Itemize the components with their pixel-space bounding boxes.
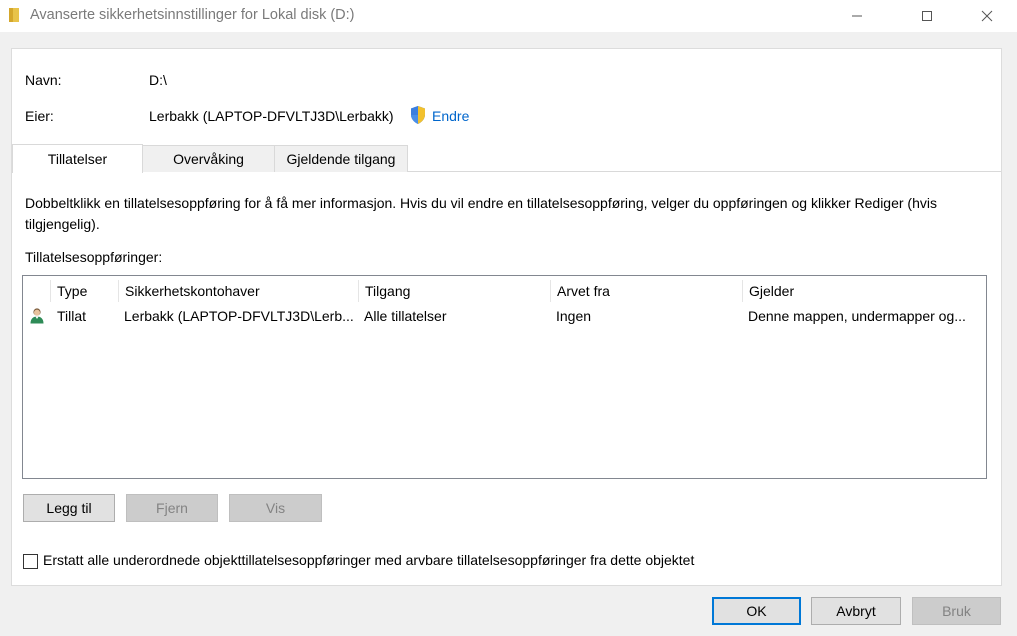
apply-button-label: Bruk [942, 603, 971, 619]
tab-effective-access[interactable]: Gjeldende tilgang [274, 145, 408, 172]
change-owner-link[interactable]: Endre [432, 108, 469, 124]
tab-label: Tillatelser [47, 151, 108, 167]
permission-entries-list[interactable]: Type Sikkerhetskontohaver Tilgang Arvet … [22, 275, 987, 479]
remove-button-label: Fjern [156, 500, 188, 516]
replace-permissions-label[interactable]: Erstatt alle underordnede objekttillatel… [43, 552, 694, 568]
tab-permissions[interactable]: Tillatelser [12, 144, 143, 173]
replace-permissions-checkbox[interactable] [23, 554, 38, 569]
apply-button[interactable]: Bruk [912, 597, 1001, 625]
folder-icon [9, 8, 19, 22]
tab-label: Gjeldende tilgang [286, 151, 396, 167]
close-button[interactable] [964, 0, 1010, 32]
view-button-label: Vis [265, 500, 286, 516]
minimize-icon [852, 15, 862, 17]
cell-access: Alle tillatelser [364, 308, 447, 324]
permissions-description: Dobbeltklikk en tillatelsesoppføring for… [25, 195, 937, 232]
column-header-applies-to[interactable]: Gjelder [742, 280, 986, 302]
add-button-label: Legg til [46, 500, 92, 516]
remove-button[interactable]: Fjern [126, 494, 218, 522]
close-icon [981, 10, 993, 22]
cell-applies-to: Denne mappen, undermapper og... [748, 308, 966, 324]
column-header-inherited-from[interactable]: Arvet fra [550, 280, 742, 302]
cell-type: Tillat [57, 308, 87, 324]
cancel-button-label: Avbryt [836, 603, 876, 619]
cancel-button[interactable]: Avbryt [811, 597, 901, 625]
column-header-principal[interactable]: Sikkerhetskontohaver [118, 280, 358, 302]
column-header-type[interactable]: Type [50, 280, 118, 302]
permission-entries-label: Tillatelsesoppføringer: [25, 249, 163, 265]
maximize-button[interactable] [904, 0, 950, 32]
tab-label: Overvåking [173, 151, 244, 167]
view-button[interactable]: Vis [229, 494, 322, 522]
cell-principal: Lerbakk (LAPTOP-DFVLTJ3D\Lerb... [124, 308, 354, 324]
minimize-button[interactable] [834, 0, 880, 32]
owner-label: Eier: [25, 108, 54, 124]
cell-inherited-from: Ingen [556, 308, 592, 324]
add-button[interactable]: Legg til [23, 494, 115, 522]
column-header-access[interactable]: Tilgang [358, 280, 550, 302]
name-label: Navn: [25, 72, 62, 88]
name-value: D:\ [149, 72, 167, 88]
uac-shield-icon [411, 106, 425, 124]
window-title: Avanserte sikkerhetsinnstillinger for Lo… [30, 7, 355, 23]
user-icon [30, 308, 44, 324]
tab-auditing[interactable]: Overvåking [142, 145, 275, 172]
ok-button[interactable]: OK [712, 597, 801, 625]
maximize-icon [922, 11, 932, 21]
ok-button-label: OK [746, 603, 767, 619]
owner-value: Lerbakk (LAPTOP-DFVLTJ3D\Lerbakk) [149, 108, 394, 124]
title-bar: Avanserte sikkerhetsinnstillinger for Lo… [0, 0, 1017, 32]
